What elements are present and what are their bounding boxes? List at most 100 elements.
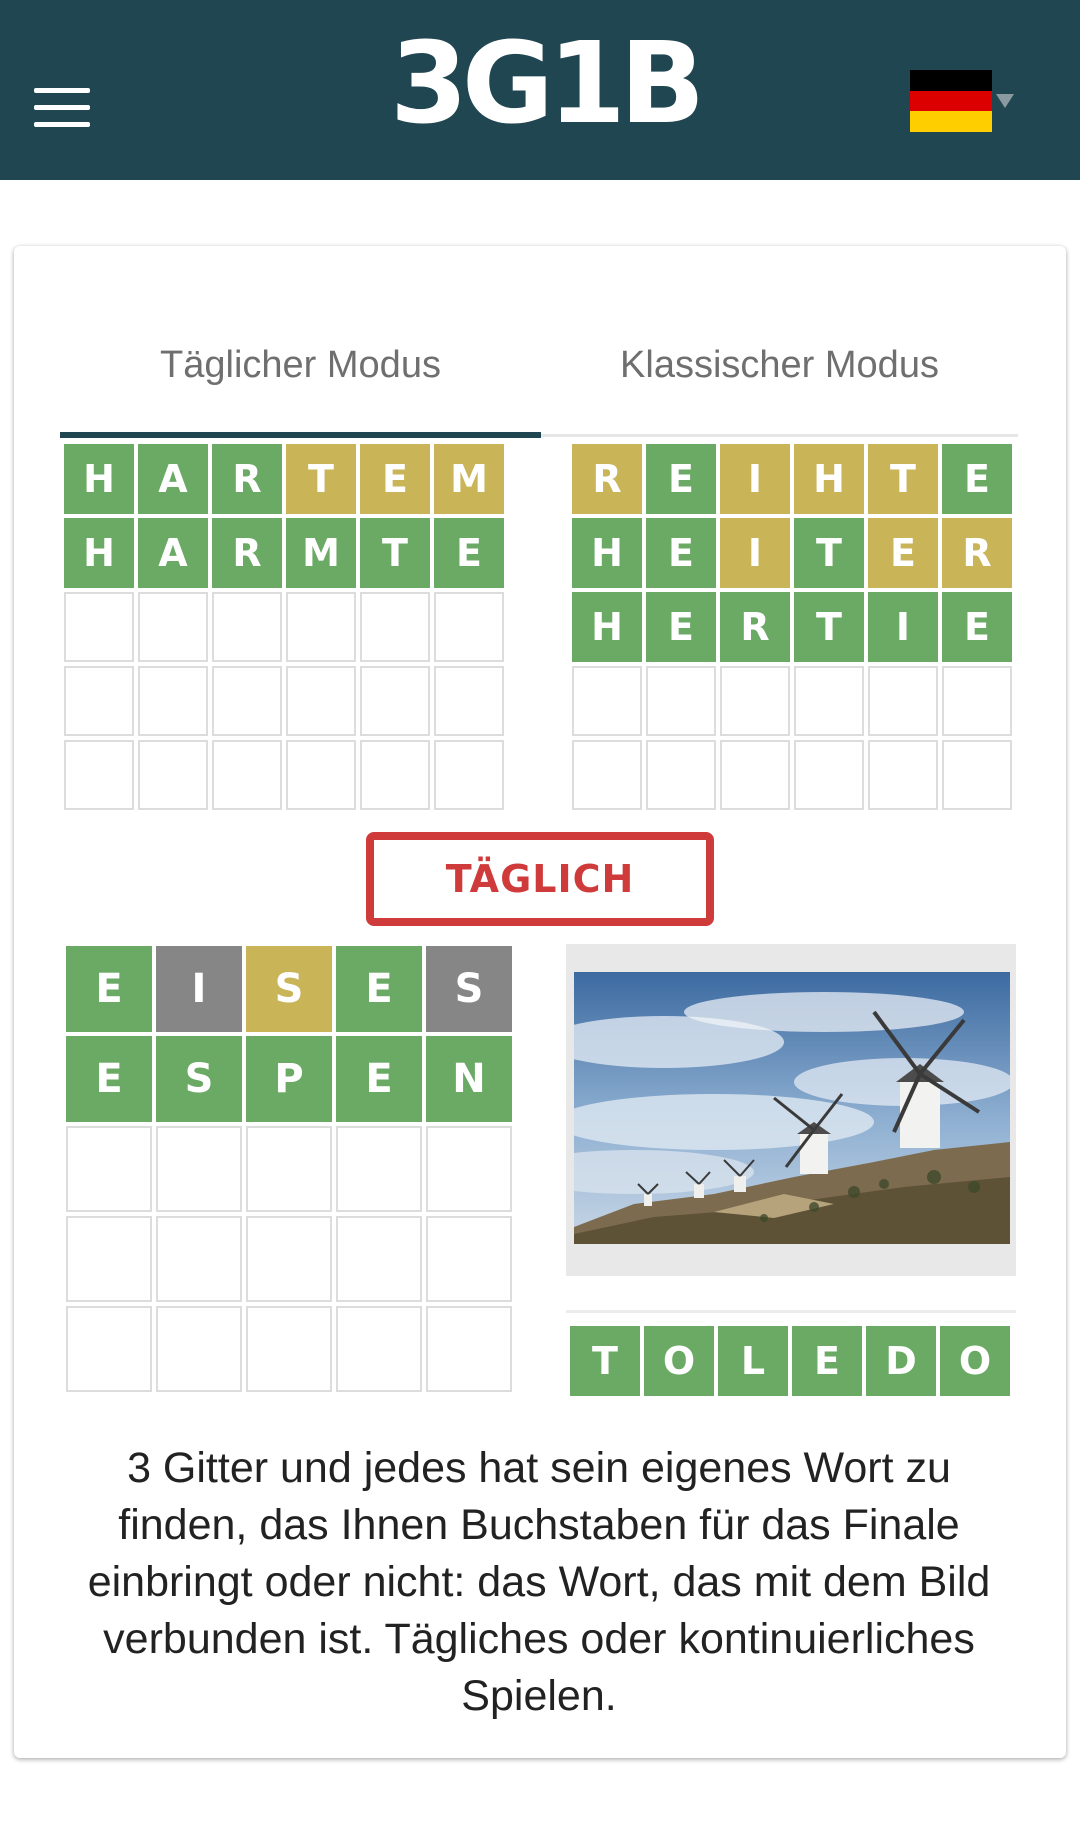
top-app-bar: 3G1B: [0, 0, 1080, 180]
empty-tile: [360, 740, 430, 810]
letter-tile: P: [246, 1036, 332, 1122]
letter-tile: S: [426, 946, 512, 1032]
empty-tile: [246, 1306, 332, 1392]
empty-tile: [720, 666, 790, 736]
letter-tile: E: [868, 518, 938, 588]
empty-tile: [336, 1306, 422, 1392]
letter-tile: E: [434, 518, 504, 588]
empty-tile: [138, 740, 208, 810]
description-text: 3 Gitter und jedes hat sein eigenes Wort…: [87, 1444, 991, 1720]
letter-tile: S: [246, 946, 332, 1032]
empty-tile: [156, 1126, 242, 1212]
empty-tile: [426, 1306, 512, 1392]
empty-tile: [794, 740, 864, 810]
empty-tile: [434, 666, 504, 736]
tab-classic-mode[interactable]: Klassischer Modus: [541, 330, 1018, 400]
letter-tile: M: [434, 444, 504, 514]
empty-tile: [138, 666, 208, 736]
empty-tile: [426, 1126, 512, 1212]
daily-stamp: TÄGLICH: [366, 832, 714, 926]
empty-tile: [66, 1126, 152, 1212]
empty-tile: [434, 740, 504, 810]
empty-tile: [646, 740, 716, 810]
app-logo[interactable]: 3G1B: [390, 24, 705, 144]
empty-tile: [156, 1306, 242, 1392]
empty-tile: [942, 666, 1012, 736]
empty-tile: [66, 1216, 152, 1302]
empty-tile: [360, 592, 430, 662]
letter-tile: T: [794, 518, 864, 588]
stamp-label: TÄGLICH: [445, 857, 635, 901]
empty-tile: [64, 592, 134, 662]
empty-tile: [336, 1216, 422, 1302]
empty-tile: [246, 1216, 332, 1302]
letter-tile: R: [212, 518, 282, 588]
empty-tile: [572, 740, 642, 810]
letter-tile: R: [212, 444, 282, 514]
empty-tile: [64, 666, 134, 736]
letter-tile: E: [336, 946, 422, 1032]
empty-tile: [286, 592, 356, 662]
empty-tile: [434, 592, 504, 662]
letter-tile: T: [570, 1326, 640, 1396]
hamburger-menu-icon[interactable]: [34, 88, 90, 128]
empty-tile: [64, 740, 134, 810]
letter-tile: T: [794, 592, 864, 662]
chevron-down-icon: [996, 94, 1014, 108]
empty-tile: [720, 740, 790, 810]
empty-tile: [138, 592, 208, 662]
letter-tile: T: [360, 518, 430, 588]
empty-tile: [212, 740, 282, 810]
letter-tile: I: [720, 444, 790, 514]
letter-tile: O: [644, 1326, 714, 1396]
letter-tile: M: [286, 518, 356, 588]
empty-tile: [246, 1126, 332, 1212]
empty-tile: [426, 1216, 512, 1302]
letter-tile: A: [138, 444, 208, 514]
letter-tile: S: [156, 1036, 242, 1122]
empty-tile: [286, 740, 356, 810]
empty-tile: [156, 1216, 242, 1302]
empty-tile: [646, 666, 716, 736]
letter-tile: E: [336, 1036, 422, 1122]
letter-tile: E: [66, 1036, 152, 1122]
letter-tile: R: [572, 444, 642, 514]
letter-tile: E: [792, 1326, 862, 1396]
empty-tile: [336, 1126, 422, 1212]
letter-tile: H: [572, 518, 642, 588]
letter-tile: D: [866, 1326, 936, 1396]
letter-tile: E: [942, 444, 1012, 514]
letter-tile: L: [718, 1326, 788, 1396]
letter-tile: E: [360, 444, 430, 514]
letter-tile: R: [720, 592, 790, 662]
letter-tile: I: [868, 592, 938, 662]
tab-daily-mode[interactable]: Täglicher Modus: [60, 330, 541, 400]
letter-tile: T: [286, 444, 356, 514]
letter-tile: H: [64, 518, 134, 588]
answer-divider: [566, 1310, 1016, 1313]
empty-tile: [868, 666, 938, 736]
letter-tile: I: [720, 518, 790, 588]
germany-flag-icon: [910, 70, 992, 132]
letter-tile: E: [66, 946, 152, 1032]
empty-tile: [212, 666, 282, 736]
letter-tile: E: [646, 444, 716, 514]
language-selector[interactable]: [910, 70, 1014, 132]
empty-tile: [572, 666, 642, 736]
letter-tile: A: [138, 518, 208, 588]
letter-tile: N: [426, 1036, 512, 1122]
empty-tile: [794, 666, 864, 736]
empty-tile: [286, 666, 356, 736]
windmills-photo: [574, 972, 1010, 1244]
empty-tile: [942, 740, 1012, 810]
letter-tile: E: [646, 518, 716, 588]
letter-tile: E: [646, 592, 716, 662]
letter-tile: E: [942, 592, 1012, 662]
letter-tile: H: [794, 444, 864, 514]
active-tab-indicator: [60, 432, 541, 438]
letter-tile: R: [942, 518, 1012, 588]
letter-tile: I: [156, 946, 242, 1032]
empty-tile: [868, 740, 938, 810]
empty-tile: [66, 1306, 152, 1392]
letter-tile: H: [64, 444, 134, 514]
